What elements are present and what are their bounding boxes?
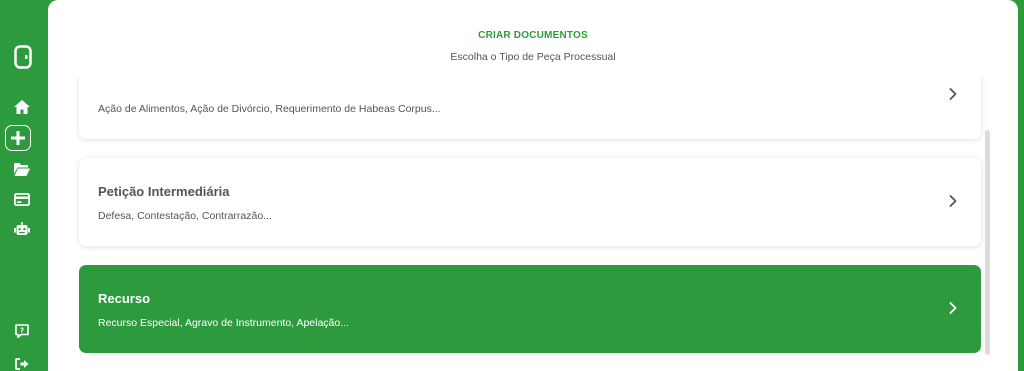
document-type-card[interactable]: Recurso Recurso Especial, Agravo de Inst…	[79, 265, 981, 353]
plus-icon[interactable]	[5, 125, 31, 151]
chevron-right-icon	[949, 195, 957, 207]
card-title: Petição Intermediária	[98, 184, 230, 199]
sidebar: ?	[0, 0, 48, 371]
scrollbar[interactable]	[985, 130, 990, 355]
help-icon[interactable]: ?	[4, 319, 40, 343]
document-type-card[interactable]: Ação de Alimentos, Ação de Divórcio, Req…	[79, 78, 981, 139]
robot-icon[interactable]	[4, 217, 40, 241]
folder-icon[interactable]	[4, 157, 40, 181]
main-panel: CRIAR DOCUMENTOS Escolha o Tipo de Peça …	[48, 0, 1018, 371]
card-icon[interactable]	[4, 187, 40, 211]
card-description: Recurso Especial, Agravo de Instrumento,…	[98, 317, 349, 329]
logo-icon[interactable]	[5, 43, 41, 71]
svg-text:?: ?	[20, 327, 24, 335]
card-title: Recurso	[98, 291, 151, 306]
home-icon[interactable]	[4, 95, 40, 119]
page-subtitle: Escolha o Tipo de Peça Processual	[450, 51, 616, 63]
chevron-right-icon	[949, 88, 957, 100]
document-type-list: Ação de Alimentos, Ação de Divórcio, Req…	[48, 78, 1018, 371]
logout-icon[interactable]	[4, 352, 40, 371]
card-description: Defesa, Contestação, Contrarrazão...	[98, 210, 272, 222]
document-type-card[interactable]: Petição Intermediária Defesa, Contestaçã…	[79, 158, 981, 246]
page-title: CRIAR DOCUMENTOS	[478, 30, 588, 41]
card-description: Ação de Alimentos, Ação de Divórcio, Req…	[98, 103, 441, 115]
chevron-right-icon	[949, 302, 957, 314]
